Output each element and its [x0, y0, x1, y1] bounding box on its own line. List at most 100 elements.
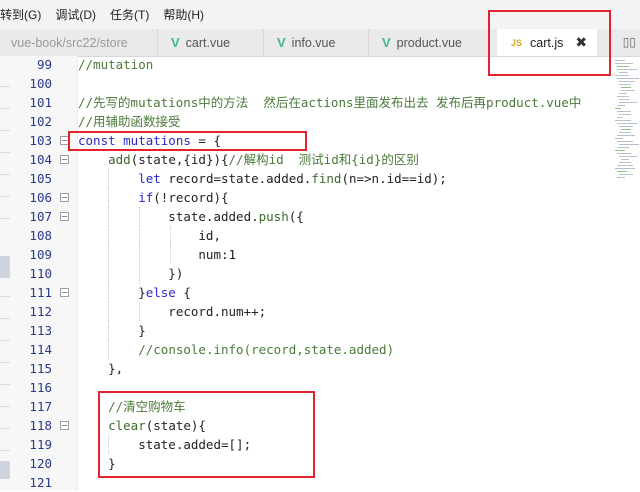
fold-toggle-icon[interactable]: − [60, 155, 69, 164]
code-text: const mutations = { [78, 131, 221, 150]
minimap-line [615, 168, 635, 169]
indent-guide [108, 302, 109, 321]
tab-bar: vue-book/src22/store V cart.vue V info.v… [0, 29, 640, 57]
code-text: } [78, 454, 116, 473]
code-token: //用辅助函数接受 [78, 114, 181, 129]
fold-toggle-icon[interactable]: − [60, 212, 69, 221]
minimap-line [619, 81, 635, 82]
minimap-line [617, 105, 625, 106]
code-token: num: [78, 247, 229, 262]
code-line[interactable]: 99 //mutation [0, 55, 612, 74]
menu-help[interactable]: 帮助(H) [163, 6, 204, 23]
code-line[interactable]: 100 [0, 74, 612, 93]
line-number: 117 [29, 399, 52, 414]
code-token: = { [190, 133, 221, 148]
code-line[interactable]: 116 [0, 378, 612, 397]
code-line[interactable]: 105 let record=state.added.find(n=>n.id=… [0, 169, 612, 188]
code-line[interactable]: 101 //先写的mutations中的方法 然后在actions里面发布出去 发… [0, 93, 612, 112]
code-line[interactable]: 112 record.num++; [0, 302, 612, 321]
minimap-line [621, 90, 635, 91]
code-line[interactable]: 118− clear(state){ [0, 416, 612, 435]
minimap-line [617, 177, 625, 178]
code-token: } [78, 456, 116, 471]
code-line[interactable]: 107− state.added.push({ [0, 207, 612, 226]
minimap-line [617, 147, 629, 148]
vue-icon: V [277, 35, 286, 50]
code-token: state.added=[]; [78, 437, 252, 452]
code-line[interactable]: 109 num:1 [0, 245, 612, 264]
code-token: record=state.added. [168, 171, 312, 186]
fold-toggle-icon[interactable]: − [60, 421, 69, 430]
minimap-line [619, 156, 637, 157]
fold-toggle-icon[interactable]: − [60, 288, 69, 297]
tab-label: cart.js [530, 35, 564, 50]
code-line[interactable]: 113 } [0, 321, 612, 340]
minimap-line [621, 129, 631, 130]
minimap-line [619, 126, 633, 127]
tab-info-vue[interactable]: V info.vue [263, 29, 368, 56]
code-line[interactable]: 114 //console.info(record,state.added) [0, 340, 612, 359]
breadcrumb-path[interactable]: vue-book/src22/store [11, 36, 128, 50]
minimap-line [615, 108, 621, 109]
line-number: 118 [29, 418, 52, 433]
minimap-line [619, 93, 627, 94]
code-line[interactable]: 102 //用辅助函数接受 [0, 112, 612, 131]
minimap[interactable] [613, 56, 640, 396]
tab-cart-vue[interactable]: V cart.vue [157, 29, 263, 56]
tab-product-vue[interactable]: V product.vue [368, 29, 494, 56]
close-icon[interactable]: ✖ [575, 34, 587, 51]
indent-guide [108, 340, 109, 359]
code-token: push [258, 209, 289, 224]
indent-guide [108, 188, 109, 207]
menu-goto[interactable]: 转到(G) [0, 6, 41, 23]
minimap-line [619, 102, 637, 103]
code-line[interactable]: 121 [0, 473, 612, 492]
indent-guide [139, 302, 140, 321]
code-line[interactable]: 111− }else { [0, 283, 612, 302]
indent-guide [139, 207, 140, 226]
code-line[interactable]: 119 state.added=[]; [0, 435, 612, 454]
code-line[interactable]: 104− add(state,{id}){//解构id 测试id和{id}的区别 [0, 150, 612, 169]
line-number: 116 [29, 380, 52, 395]
line-number: 103 [29, 133, 52, 148]
code-line[interactable]: 120 } [0, 454, 612, 473]
menu-tasks[interactable]: 任务(T) [110, 6, 149, 23]
minimap-line [619, 114, 631, 115]
line-number: 113 [29, 323, 52, 338]
line-number: 104 [29, 152, 52, 167]
line-number: 105 [29, 171, 52, 186]
code-text: //清空购物车 [78, 397, 186, 416]
code-line[interactable]: 106− if(!record){ [0, 188, 612, 207]
code-token: //mutation [78, 57, 154, 72]
code-token: state.added. [78, 209, 259, 224]
line-number: 114 [29, 342, 52, 357]
fold-toggle-icon[interactable]: − [60, 136, 69, 145]
indent-guide [139, 226, 140, 245]
line-number: 99 [36, 57, 52, 72]
code-text: }, [78, 359, 123, 378]
code-token: const [78, 133, 124, 148]
code-line[interactable]: 110 }) [0, 264, 612, 283]
code-line[interactable]: 117 //清空购物车 [0, 397, 612, 416]
split-editor-icon[interactable]: ▯▯ [623, 35, 636, 49]
tab-cart-js[interactable]: JS cart.js ✖ [497, 29, 597, 56]
code-editor[interactable]: 99 //mutation 100 101 //先写的mutations中的方法 然后在… [0, 55, 612, 492]
code-line[interactable]: 108 id, [0, 226, 612, 245]
indent-guide [108, 169, 109, 188]
code-text: id, [78, 226, 221, 245]
code-line[interactable]: 115 }, [0, 359, 612, 378]
menu-debug[interactable]: 调试(D) [55, 6, 96, 23]
fold-toggle-icon[interactable]: − [60, 193, 69, 202]
line-number: 107 [29, 209, 52, 224]
line-number: 106 [29, 190, 52, 205]
minimap-line [621, 159, 629, 160]
code-token: clear [108, 418, 146, 433]
minimap-line [617, 141, 633, 142]
line-number: 115 [29, 361, 52, 376]
code-token: (!record){ [153, 190, 229, 205]
code-line[interactable]: 103− const mutations = { [0, 131, 612, 150]
indent-guide [108, 435, 109, 454]
